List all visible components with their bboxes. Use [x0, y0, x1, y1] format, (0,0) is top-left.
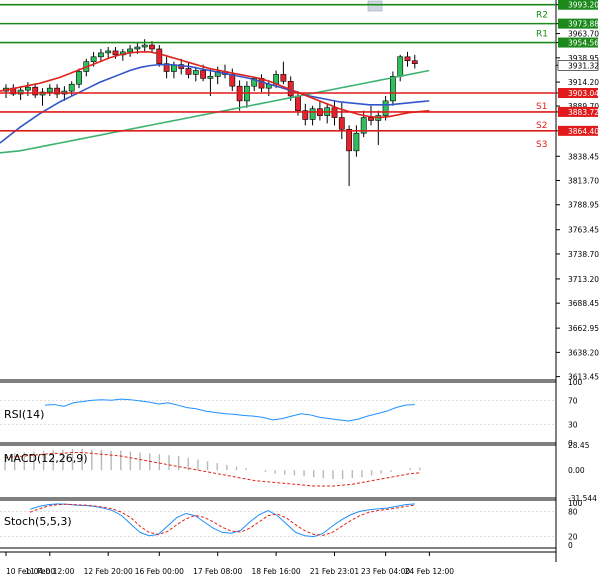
candle-body	[141, 44, 148, 48]
level-label-s2: S2	[536, 121, 547, 131]
time-tick-label: 23 Feb 04:00	[361, 567, 410, 576]
price-tick-label: 3963.70	[568, 30, 599, 39]
candle-body	[295, 95, 301, 111]
current-price-tag: 3931.32	[568, 61, 599, 70]
candle-body	[127, 48, 133, 53]
time-tick-label: 16 Feb 00:00	[135, 567, 184, 576]
candle-body	[309, 108, 316, 120]
candle-body	[346, 128, 352, 152]
rsi-label: RSI(14)	[4, 408, 44, 421]
candle-body	[368, 117, 374, 121]
time-tick-label: 21 Feb 23:01	[310, 567, 359, 576]
candle-body	[389, 76, 396, 102]
level-tag-r1: 3954.56	[568, 39, 599, 48]
trading-chart: 3993.203973.883963.703954.563938.953931.…	[0, 0, 599, 576]
level-label-s1: S1	[536, 102, 547, 112]
price-tick-label: 3713.20	[568, 275, 599, 284]
rsi-tick-label: 70	[568, 396, 578, 405]
candle-body	[90, 56, 97, 63]
level-label-r1: R1	[536, 30, 548, 40]
candle-body	[134, 46, 141, 50]
price-tick-label: 3813.70	[568, 177, 599, 186]
main-panel-bg	[0, 0, 556, 380]
price-tick-label: 3838.45	[568, 152, 599, 161]
candle-body	[156, 48, 163, 64]
candle-body	[280, 74, 287, 82]
candle-body	[185, 68, 192, 75]
candle-body	[68, 83, 75, 92]
rsi-tick-label: 100	[568, 378, 583, 387]
stoch-d-line	[29, 503, 415, 536]
stoch-k-line	[29, 503, 415, 538]
candle-body	[404, 56, 411, 62]
price-tick-label: 3638.20	[568, 348, 599, 357]
level-label-s3: S3	[536, 140, 547, 150]
candle-body	[353, 132, 360, 152]
level-tag-s3: 3864.40	[568, 127, 599, 136]
candle-body	[192, 70, 199, 75]
price-tick-label: 3688.45	[568, 299, 599, 308]
price-tick-label: 3914.20	[568, 78, 599, 87]
price-tick-label: 3788.95	[568, 201, 599, 210]
price-tick-label: 3763.45	[568, 226, 599, 235]
stoch-tick-label: 80	[568, 507, 578, 516]
level-tag-s2: 3883.72	[568, 108, 599, 117]
stoch-tick-label: 0	[568, 541, 573, 550]
window-restore-icon	[367, 0, 383, 12]
price-tick-label: 3662.95	[568, 324, 599, 333]
time-tick-label: 18 Feb 16:00	[251, 567, 300, 576]
candle-body	[397, 56, 404, 77]
candle-body	[149, 44, 155, 50]
macd-tick-label: 28.45	[568, 441, 590, 450]
candle-body	[105, 50, 112, 54]
time-tick-label: 11 Feb 12:00	[25, 567, 74, 576]
candle-body	[200, 70, 206, 79]
candle-body	[24, 86, 31, 91]
stoch-label: Stoch(5,5,3)	[4, 515, 72, 528]
macd-tick-label: 0.00	[568, 466, 585, 475]
time-tick-label: 17 Feb 08:00	[193, 567, 242, 576]
candle-body	[229, 74, 236, 87]
candle-body	[46, 87, 53, 93]
level-label-r3: R3	[536, 0, 548, 2]
candle-body	[207, 76, 214, 79]
price-tick-label: 3738.70	[568, 250, 599, 259]
rsi-line	[44, 398, 415, 422]
macd-label: MACD(12,26,9)	[4, 452, 88, 465]
level-tag-r3: 3993.20	[568, 1, 599, 10]
candle-body	[32, 86, 39, 96]
candle-body	[112, 50, 119, 56]
level-tag-s1: 3903.04	[568, 89, 599, 98]
candle-body	[338, 117, 345, 130]
time-tick-label: 24 Feb 12:00	[405, 567, 454, 576]
level-label-r2: R2	[536, 11, 548, 21]
candle-body	[76, 71, 82, 85]
chart-root: 3993.203973.883963.703954.563938.953931.…	[0, 0, 600, 582]
rsi-tick-label: 30	[568, 421, 578, 430]
candle-body	[98, 52, 104, 58]
candle-body	[411, 60, 418, 64]
candle-body	[382, 100, 389, 116]
level-tag-r2: 3973.88	[568, 20, 599, 29]
time-tick-label: 12 Feb 20:00	[84, 567, 133, 576]
